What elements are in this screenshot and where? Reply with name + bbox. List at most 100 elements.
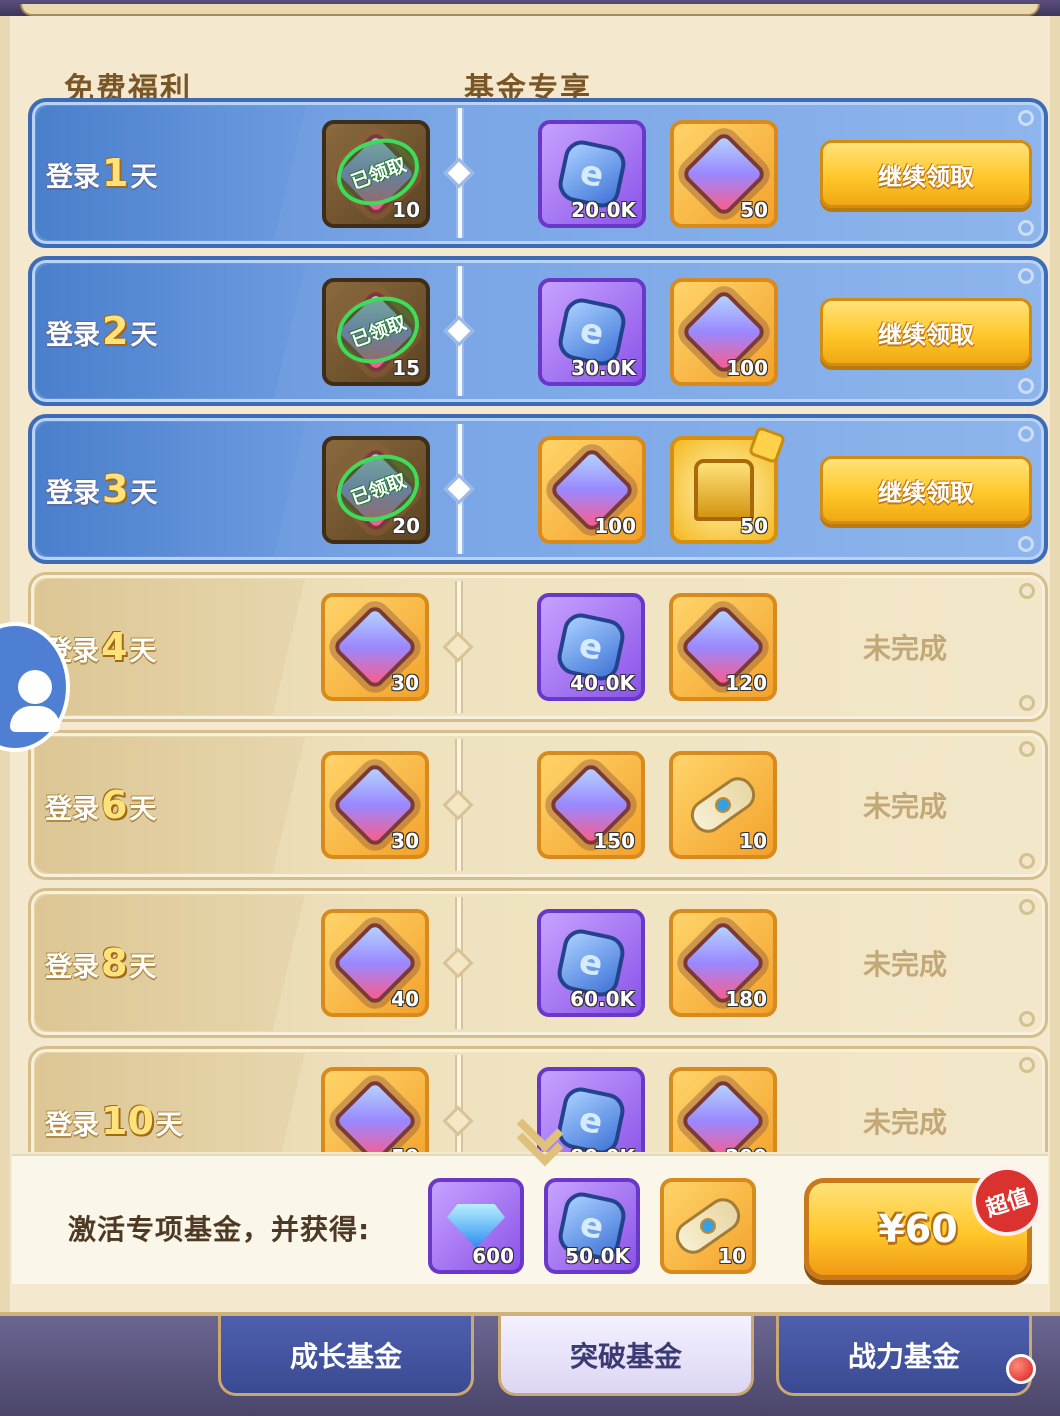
puzzle-icon bbox=[747, 425, 787, 465]
reward-item[interactable]: 40 bbox=[321, 909, 429, 1017]
item-quantity: 200 bbox=[725, 1145, 767, 1152]
item-quantity: 10 bbox=[392, 198, 420, 222]
corner-ornament bbox=[1018, 110, 1034, 126]
reward-row: 登录 1 天 10 已领取 e 20.0K 50 继续领取 bbox=[28, 98, 1048, 248]
reward-item[interactable]: e 60.0K bbox=[537, 909, 645, 1017]
reward-item[interactable]: e 30.0K bbox=[538, 278, 646, 386]
item-quantity: 20.0K bbox=[571, 198, 636, 222]
reward-row: 登录 4 天 30 e 40.0K 120 未完成 bbox=[28, 572, 1048, 722]
notification-dot bbox=[1006, 1354, 1036, 1384]
user-icon bbox=[10, 670, 60, 732]
reward-item[interactable]: 30 bbox=[321, 751, 429, 859]
item-quantity: 15 bbox=[392, 356, 420, 380]
corner-ornament bbox=[1018, 268, 1034, 284]
day-prefix: 登录 bbox=[46, 478, 100, 509]
reward-item[interactable]: 20 已领取 bbox=[322, 436, 430, 544]
reward-item[interactable]: 50 bbox=[670, 425, 787, 544]
day-number: 2 bbox=[102, 309, 129, 353]
reward-list[interactable]: 登录 1 天 10 已领取 e 20.0K 50 继续领取 登录 2 天 15 已领取 e 30.0K 100 继… bbox=[28, 98, 1048, 1152]
claim-button[interactable]: 继续领取 bbox=[820, 456, 1032, 524]
corner-ornament bbox=[1018, 220, 1034, 236]
gem-icon bbox=[679, 1077, 767, 1152]
item-quantity: 20 bbox=[392, 514, 420, 538]
item-quantity: 120 bbox=[725, 671, 767, 695]
day-suffix: 天 bbox=[129, 952, 157, 983]
day-label: 登录 6 天 bbox=[45, 783, 156, 827]
day-suffix: 天 bbox=[130, 162, 158, 193]
day-label: 登录 2 天 bbox=[46, 309, 157, 353]
reward-item[interactable]: 50 bbox=[321, 1067, 429, 1152]
item-quantity: 600 bbox=[472, 1244, 514, 1268]
reward-item[interactable]: 30 bbox=[321, 593, 429, 701]
corner-ornament bbox=[1018, 378, 1034, 394]
item-quantity: 30 bbox=[391, 671, 419, 695]
status-text: 未完成 bbox=[863, 790, 948, 823]
item-quantity: 100 bbox=[594, 514, 636, 538]
reward-item[interactable]: 100 bbox=[538, 436, 646, 544]
day-number: 10 bbox=[101, 1099, 154, 1143]
status-text: 未完成 bbox=[863, 948, 948, 981]
day-number: 8 bbox=[101, 941, 128, 985]
item-quantity: 30.0K bbox=[571, 356, 636, 380]
tab-breakthrough-fund[interactable]: 突破基金 bbox=[498, 1316, 754, 1396]
day-label: 登录 3 天 bbox=[46, 467, 157, 511]
item-quantity: 50 bbox=[391, 1145, 419, 1152]
item-quantity: 40 bbox=[391, 987, 419, 1011]
corner-ornament bbox=[1018, 426, 1034, 442]
day-prefix: 登录 bbox=[45, 1110, 99, 1141]
reward-item[interactable]: 200 bbox=[669, 1067, 777, 1152]
top-frame bbox=[0, 0, 1060, 16]
item-quantity: 10 bbox=[718, 1244, 746, 1268]
claim-button[interactable]: 继续领取 bbox=[820, 298, 1032, 366]
tab-power-fund[interactable]: 战力基金 bbox=[776, 1316, 1032, 1396]
corner-ornament bbox=[1019, 1057, 1035, 1073]
day-suffix: 天 bbox=[155, 1110, 183, 1141]
reward-item[interactable]: 10 bbox=[669, 751, 777, 859]
scroll-down-icon[interactable] bbox=[512, 1105, 568, 1190]
reward-item[interactable]: e 50.0K bbox=[544, 1178, 640, 1274]
corner-ornament bbox=[1018, 536, 1034, 552]
item-quantity: 100 bbox=[726, 356, 768, 380]
day-label: 登录 10 天 bbox=[45, 1099, 183, 1143]
tab-label: 战力基金 bbox=[847, 1339, 960, 1373]
reward-row: 登录 6 天 30 150 10 未完成 bbox=[28, 730, 1048, 880]
reward-item[interactable]: 600 bbox=[428, 1178, 524, 1274]
tab-bar: 成长基金 突破基金 战力基金 bbox=[0, 1312, 1060, 1416]
helmet-icon bbox=[694, 459, 754, 521]
day-number: 4 bbox=[101, 625, 128, 669]
reward-item[interactable]: 100 bbox=[670, 278, 778, 386]
status-text: 未完成 bbox=[863, 1106, 948, 1139]
reward-item[interactable]: 10 已领取 bbox=[322, 120, 430, 228]
claim-button[interactable]: 继续领取 bbox=[820, 140, 1032, 208]
day-suffix: 天 bbox=[129, 636, 157, 667]
reward-item[interactable]: 10 bbox=[660, 1178, 756, 1274]
reward-item[interactable]: 15 已领取 bbox=[322, 278, 430, 386]
reward-item[interactable]: e 20.0K bbox=[538, 120, 646, 228]
divider-ornament bbox=[442, 1105, 474, 1137]
tab-growth-fund[interactable]: 成长基金 bbox=[218, 1316, 474, 1396]
diamond-icon bbox=[447, 1204, 505, 1248]
activation-text: 激活专项基金，并获得: bbox=[68, 1213, 371, 1246]
reward-item[interactable]: 180 bbox=[669, 909, 777, 1017]
day-prefix: 登录 bbox=[46, 162, 100, 193]
day-label: 登录 8 天 bbox=[45, 941, 156, 985]
gem-icon bbox=[331, 1077, 419, 1152]
divider-ornament bbox=[442, 789, 474, 821]
day-suffix: 天 bbox=[129, 794, 157, 825]
item-quantity: 50.0K bbox=[565, 1244, 630, 1268]
day-suffix: 天 bbox=[130, 320, 158, 351]
reward-item[interactable]: e 40.0K bbox=[537, 593, 645, 701]
corner-ornament bbox=[1019, 695, 1035, 711]
item-quantity: 40.0K bbox=[570, 671, 635, 695]
reward-item[interactable]: 50 bbox=[670, 120, 778, 228]
day-number: 1 bbox=[102, 151, 129, 195]
tab-label: 突破基金 bbox=[569, 1339, 682, 1373]
item-quantity: 180 bbox=[725, 987, 767, 1011]
item-quantity: 60.0K bbox=[570, 987, 635, 1011]
reward-item[interactable]: 120 bbox=[669, 593, 777, 701]
divider-ornament bbox=[443, 315, 475, 347]
reward-row: 登录 3 天 20 已领取 100 50 继续领取 bbox=[28, 414, 1048, 564]
item-quantity: 80.0K bbox=[570, 1145, 635, 1152]
item-quantity: 10 bbox=[739, 829, 767, 853]
reward-item[interactable]: 150 bbox=[537, 751, 645, 859]
